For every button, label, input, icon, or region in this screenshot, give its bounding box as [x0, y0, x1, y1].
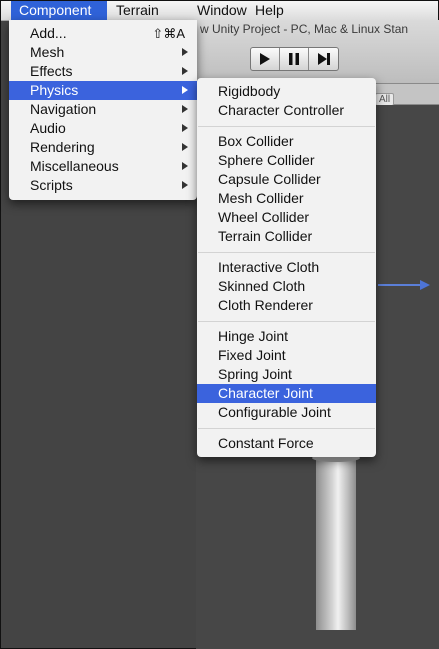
menu-item-box-collider[interactable]: Box Collider [197, 132, 376, 151]
component-menu: Add... ⇧⌘A Mesh Effects Physics Navigati… [9, 20, 197, 200]
window-title: w Unity Project - PC, Mac & Linux Stan [200, 22, 409, 36]
menu-item-constant-force[interactable]: Constant Force [197, 434, 376, 453]
step-icon [317, 53, 330, 65]
menu-item-label: Rendering [30, 139, 95, 155]
chevron-right-icon [182, 105, 188, 113]
physics-submenu: Rigidbody Character Controller Box Colli… [197, 78, 376, 457]
menu-item-label: Navigation [30, 101, 97, 117]
menu-item-wheel-collider[interactable]: Wheel Collider [197, 208, 376, 227]
menu-item-interactive-cloth[interactable]: Interactive Cloth [197, 258, 376, 277]
shortcut-label: ⇧⌘A [152, 26, 185, 41]
menu-item-skinned-cloth[interactable]: Skinned Cloth [197, 277, 376, 296]
chevron-right-icon [182, 86, 188, 94]
menu-item-effects[interactable]: Effects [9, 62, 197, 81]
pause-button[interactable] [280, 48, 309, 70]
chevron-right-icon [182, 67, 188, 75]
menu-item-miscellaneous[interactable]: Miscellaneous [9, 157, 197, 176]
menu-item-label: Mesh [30, 44, 65, 60]
menu-separator [198, 428, 375, 429]
menu-item-audio[interactable]: Audio [9, 119, 197, 138]
chevron-right-icon [182, 162, 188, 170]
menu-item-hinge-joint[interactable]: Hinge Joint [197, 327, 376, 346]
menu-separator [198, 252, 375, 253]
menu-item-label: Scripts [30, 177, 73, 193]
menu-item-rigidbody[interactable]: Rigidbody [197, 82, 376, 101]
menu-item-label: Miscellaneous [30, 158, 119, 174]
menu-item-mesh-collider[interactable]: Mesh Collider [197, 189, 376, 208]
menu-item-character-joint[interactable]: Character Joint [197, 384, 376, 403]
menu-item-character-controller[interactable]: Character Controller [197, 101, 376, 120]
menu-item-navigation[interactable]: Navigation [9, 100, 197, 119]
chevron-right-icon [182, 181, 188, 189]
step-button[interactable] [309, 48, 338, 70]
play-icon [260, 53, 270, 65]
menu-item-configurable-joint[interactable]: Configurable Joint [197, 403, 376, 422]
menu-item-scripts[interactable]: Scripts [9, 176, 197, 195]
menu-item-rendering[interactable]: Rendering [9, 138, 197, 157]
chevron-right-icon [182, 143, 188, 151]
menu-window[interactable]: Window [189, 1, 253, 20]
chevron-right-icon [182, 48, 188, 56]
pause-icon [289, 53, 299, 65]
menu-terrain[interactable]: Terrain [108, 1, 170, 20]
menu-item-label: Audio [30, 120, 66, 136]
menu-item-terrain-collider[interactable]: Terrain Collider [197, 227, 376, 246]
menu-item-add[interactable]: Add... ⇧⌘A [9, 24, 197, 43]
menu-item-label: Effects [30, 63, 73, 79]
arrow-right-icon[interactable] [420, 280, 430, 290]
menu-item-sphere-collider[interactable]: Sphere Collider [197, 151, 376, 170]
menu-bar: Component Terrain Window Help [1, 1, 438, 21]
play-button[interactable] [251, 48, 280, 70]
menu-item-label: Physics [30, 82, 79, 98]
chevron-right-icon [182, 124, 188, 132]
playback-controls [250, 47, 339, 71]
menu-item-fixed-joint[interactable]: Fixed Joint [197, 346, 376, 365]
menu-item-spring-joint[interactable]: Spring Joint [197, 365, 376, 384]
menu-item-capsule-collider[interactable]: Capsule Collider [197, 170, 376, 189]
menu-component[interactable]: Component [11, 1, 107, 20]
menu-item-mesh[interactable]: Mesh [9, 43, 197, 62]
pillar-object[interactable] [316, 455, 356, 630]
menu-separator [198, 126, 375, 127]
menu-help[interactable]: Help [247, 1, 293, 20]
menu-separator [198, 321, 375, 322]
transform-axis-line [378, 284, 422, 286]
menu-item-cloth-renderer[interactable]: Cloth Renderer [197, 296, 376, 315]
menu-item-label: Add... [30, 25, 67, 41]
menu-item-physics[interactable]: Physics [9, 81, 197, 100]
